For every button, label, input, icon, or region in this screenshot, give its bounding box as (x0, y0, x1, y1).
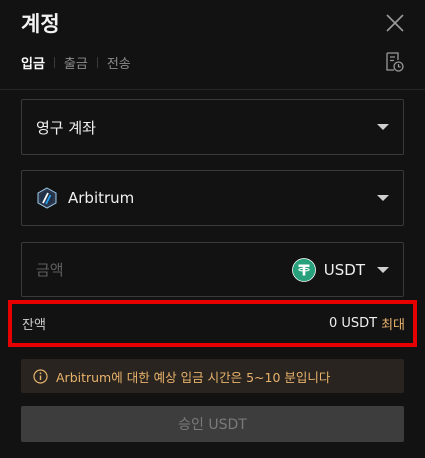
tab-transfer[interactable]: 전송 (107, 53, 131, 72)
tab-separator (53, 56, 55, 68)
approve-button[interactable]: 승인 USDT (21, 406, 404, 442)
amount-field[interactable]: USDT (21, 242, 404, 297)
tab-withdraw[interactable]: 출금 (64, 53, 88, 72)
balance-value: 0 USDT (328, 316, 378, 331)
tether-icon (291, 257, 316, 282)
max-button[interactable]: 최대 (381, 314, 405, 333)
amount-input[interactable] (36, 260, 236, 279)
tab-bar: 입금 출금 전송 (21, 53, 131, 72)
chevron-down-icon (377, 266, 389, 273)
currency-select[interactable]: USDT (291, 257, 389, 282)
close-button[interactable] (384, 12, 406, 34)
info-icon (33, 368, 48, 384)
account-type-select[interactable]: 영구 계좌 (21, 99, 404, 155)
currency-label: USDT (323, 260, 365, 279)
history-icon (386, 52, 404, 72)
close-icon (386, 14, 404, 32)
balance-label: 잔액 (22, 318, 46, 333)
arbitrum-icon (37, 187, 57, 209)
network-value: Arbitrum (68, 189, 135, 207)
page-title: 계정 (21, 12, 60, 36)
deposit-time-notice: Arbitrum에 대한 예상 입금 시간은 5~10 분입니다 (21, 359, 404, 393)
account-type-value: 영구 계좌 (36, 118, 96, 137)
chevron-down-icon (377, 124, 389, 130)
network-select[interactable]: Arbitrum (21, 170, 404, 226)
tab-deposit[interactable]: 입금 (21, 53, 45, 72)
history-button[interactable] (384, 51, 404, 73)
tab-separator (96, 56, 98, 68)
notice-text: Arbitrum에 대한 예상 입금 시간은 5~10 분입니다 (56, 369, 331, 385)
chevron-down-icon (377, 195, 389, 201)
header-divider (0, 89, 425, 90)
balance-row: 잔액 0 USDT 최대 (8, 300, 417, 347)
